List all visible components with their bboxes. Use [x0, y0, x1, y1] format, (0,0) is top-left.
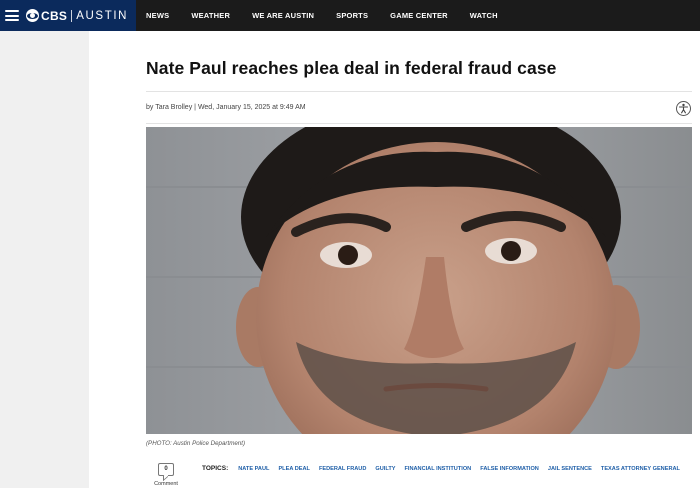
photo-caption: (PHOTO: Austin Police Department): [146, 440, 246, 447]
topics-label: TOPICS:: [202, 465, 229, 472]
topic-link[interactable]: JAIL SENTENCE: [548, 466, 592, 472]
publish-datetime: Wed, January 15, 2025 at 9:49 AM: [197, 104, 306, 111]
topic-link[interactable]: PLEA DEAL: [278, 466, 310, 472]
topic-link[interactable]: FINANCIAL INSTITUTION: [405, 466, 472, 472]
nav-item-news[interactable]: NEWS: [146, 11, 169, 20]
logo-network: CBS: [41, 8, 68, 23]
nav-item-weather[interactable]: WEATHER: [191, 11, 230, 20]
comment-icon: 0: [158, 463, 174, 476]
top-navigation-bar: CBS AUSTIN NEWS WEATHER WE ARE AUSTIN SP…: [0, 0, 700, 31]
nav-item-watch[interactable]: WATCH: [470, 11, 498, 20]
main-nav: NEWS WEATHER WE ARE AUSTIN SPORTS GAME C…: [146, 0, 520, 31]
logo-city: AUSTIN: [76, 9, 129, 22]
accessibility-icon[interactable]: [676, 101, 691, 116]
author-link[interactable]: Tara Brolley: [155, 104, 192, 111]
cbs-eye-icon: [26, 9, 39, 22]
divider: [146, 91, 692, 92]
topic-link[interactable]: GUILTY: [375, 466, 395, 472]
left-rail: [0, 31, 89, 488]
article-byline: by Tara Brolley | Wed, January 15, 2025 …: [146, 104, 306, 111]
byline-prefix: by: [146, 104, 154, 111]
station-logo[interactable]: CBS AUSTIN: [26, 9, 128, 23]
comment-count: 0: [164, 466, 168, 472]
byline-separator: |: [194, 104, 196, 111]
nav-item-sports[interactable]: SPORTS: [336, 11, 368, 20]
topics-list: TOPICS: NATE PAUL PLEA DEAL FEDERAL FRAU…: [202, 465, 689, 472]
topic-link[interactable]: FALSE INFORMATION: [480, 466, 539, 472]
hamburger-menu-icon[interactable]: [5, 10, 19, 21]
comment-label: Comment: [154, 481, 178, 487]
article-headline: Nate Paul reaches plea deal in federal f…: [146, 58, 557, 78]
brand-block: CBS AUSTIN: [0, 0, 136, 31]
divider: [146, 123, 692, 124]
logo-divider: [71, 9, 73, 22]
topic-link[interactable]: NATE PAUL: [238, 466, 269, 472]
comment-button[interactable]: 0 Comment: [153, 463, 179, 488]
article-photo: [146, 127, 692, 434]
nav-item-we-are-austin[interactable]: WE ARE AUSTIN: [252, 11, 314, 20]
nav-item-game-center[interactable]: GAME CENTER: [390, 11, 448, 20]
page: CBS AUSTIN NEWS WEATHER WE ARE AUSTIN SP…: [0, 0, 700, 488]
topic-link[interactable]: TEXAS ATTORNEY GENERAL: [601, 466, 680, 472]
topic-link[interactable]: FEDERAL FRAUD: [319, 466, 366, 472]
